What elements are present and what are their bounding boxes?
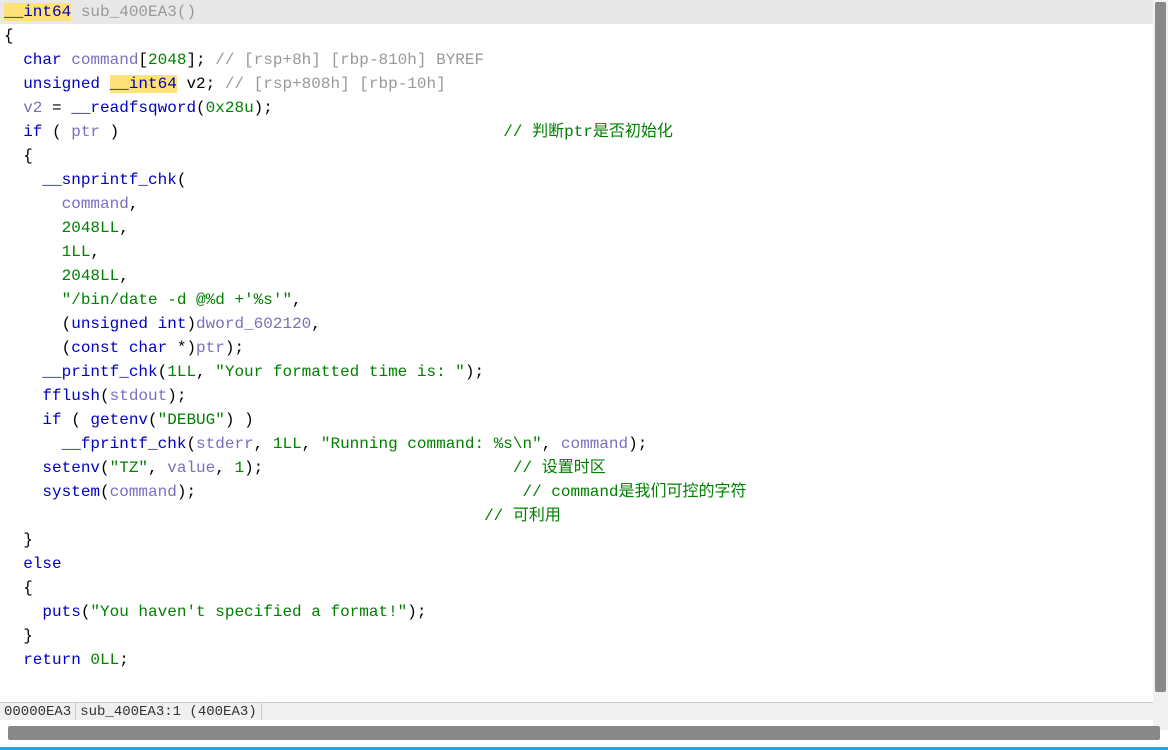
code-line: { (0, 144, 1153, 168)
code-line: puts("You haven't specified a format!"); (0, 600, 1153, 624)
horizontal-scrollbar-thumb[interactable] (8, 726, 1160, 740)
code-line: if ( getenv("DEBUG") ) (0, 408, 1153, 432)
code-line: v2 = __readfsqword(0x28u); (0, 96, 1153, 120)
code-line: return 0LL; (0, 648, 1153, 672)
code-line: 1LL, (0, 240, 1153, 264)
code-line: 2048LL, (0, 216, 1153, 240)
code-line: else (0, 552, 1153, 576)
code-line: // 可利用 (0, 504, 1153, 528)
code-line: __snprintf_chk( (0, 168, 1153, 192)
status-bar: 00000EA3 sub_400EA3:1 (400EA3) (0, 702, 1168, 720)
status-address: 00000EA3 (0, 703, 76, 720)
code-line: } (0, 624, 1153, 648)
code-line: __printf_chk(1LL, "Your formatted time i… (0, 360, 1153, 384)
code-line: __int64 sub_400EA3() (0, 0, 1153, 24)
code-line: { (0, 24, 1153, 48)
code-line: system(command); // command是我们可控的字符 (0, 480, 1153, 504)
code-viewer[interactable]: __int64 sub_400EA3() { char command[2048… (0, 0, 1153, 703)
code-line: fflush(stdout); (0, 384, 1153, 408)
code-line: } (0, 528, 1153, 552)
code-line: { (0, 576, 1153, 600)
code-line: setenv("TZ", value, 1); // 设置时区 (0, 456, 1153, 480)
code-line: "/bin/date -d @%d +'%s'", (0, 288, 1153, 312)
status-location: sub_400EA3:1 (400EA3) (76, 703, 261, 720)
code-line: __fprintf_chk(stderr, 1LL, "Running comm… (0, 432, 1153, 456)
code-line: 2048LL, (0, 264, 1153, 288)
code-line: (unsigned int)dword_602120, (0, 312, 1153, 336)
code-line: char command[2048]; // [rsp+8h] [rbp-810… (0, 48, 1153, 72)
code-line: if ( ptr ) // 判断ptr是否初始化 (0, 120, 1153, 144)
code-line: command, (0, 192, 1153, 216)
code-line: (const char *)ptr); (0, 336, 1153, 360)
code-line: unsigned __int64 v2; // [rsp+808h] [rbp-… (0, 72, 1153, 96)
vertical-scrollbar-thumb[interactable] (1155, 2, 1166, 692)
vertical-scrollbar-track[interactable] (1153, 0, 1168, 730)
